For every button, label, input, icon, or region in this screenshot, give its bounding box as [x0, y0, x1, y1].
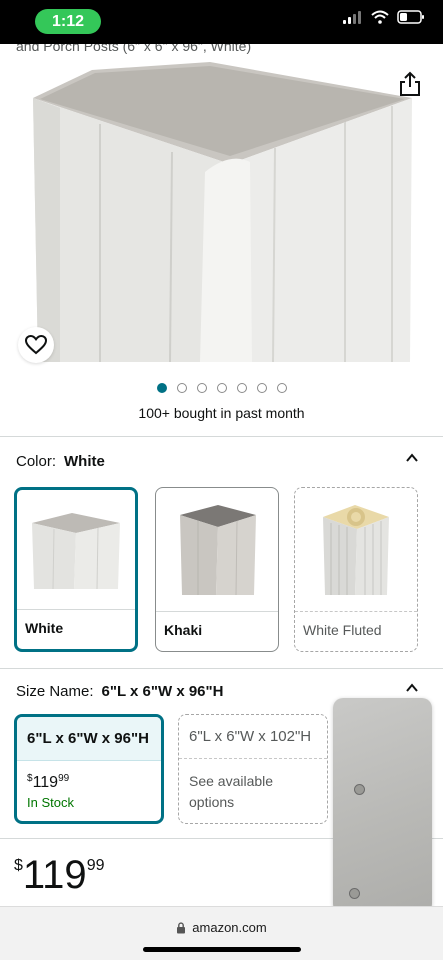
carousel-dot[interactable] — [276, 383, 287, 393]
heart-icon — [25, 335, 47, 355]
khaki-post-thumbnail — [180, 505, 256, 596]
carousel-dot[interactable] — [236, 383, 247, 393]
carousel-dots[interactable] — [0, 383, 443, 393]
size-option-label: 6"L x 6"W x 102"H — [179, 715, 327, 759]
lock-icon — [177, 921, 186, 933]
carousel-dot[interactable] — [216, 383, 227, 393]
size-option-102h[interactable]: 6"L x 6"W x 102"H See available options — [178, 714, 328, 824]
color-option-label: White Fluted — [295, 611, 417, 651]
zoom-preview-panel[interactable] — [333, 698, 432, 914]
color-option-white-fluted[interactable]: White Fluted — [294, 487, 418, 652]
cellular-signal-icon — [343, 11, 361, 24]
size-option-label: 6"L x 6"W x 96"H — [17, 717, 161, 761]
carousel-dot[interactable] — [256, 383, 267, 393]
divider — [0, 668, 443, 669]
selected-size-value: 6"L x 6"W x 96"H — [101, 683, 224, 700]
url-text: amazon.com — [192, 920, 267, 935]
carousel-dot[interactable] — [176, 383, 187, 393]
wifi-icon — [371, 10, 389, 24]
color-option-white[interactable]: White — [14, 487, 138, 652]
size-option-96h[interactable]: 6"L x 6"W x 96"H $11999 In Stock — [14, 714, 164, 824]
product-image — [33, 62, 412, 363]
battery-icon — [397, 10, 424, 24]
size-option-price: $11999 — [27, 773, 70, 791]
color-label: Color: White — [16, 453, 105, 470]
share-icon[interactable] — [397, 70, 423, 98]
selected-color-value: White — [64, 453, 105, 470]
carousel-dot[interactable] — [156, 383, 167, 393]
white-fluted-post-thumbnail — [323, 505, 389, 595]
white-post-thumbnail — [32, 513, 120, 590]
product-price: $11999 — [14, 853, 105, 897]
color-option-khaki[interactable]: Khaki — [155, 487, 279, 652]
browser-url-bar[interactable]: amazon.com — [0, 906, 443, 960]
home-indicator[interactable] — [143, 947, 301, 952]
color-option-label: White — [17, 609, 135, 649]
screw-detail — [354, 784, 365, 795]
divider — [0, 436, 443, 437]
status-time: 1:12 — [35, 9, 101, 34]
see-available-options: See available options — [189, 773, 274, 810]
status-icons — [343, 10, 425, 24]
status-bar: 1:12 — [0, 0, 443, 44]
chevron-up-icon[interactable] — [405, 451, 419, 465]
size-label: Size Name: 6"L x 6"W x 96"H — [16, 683, 224, 700]
product-image-carousel[interactable]: and Porch Posts (6" x 6" x 96", White) — [0, 44, 443, 368]
chevron-up-icon[interactable] — [405, 681, 419, 695]
wishlist-button[interactable] — [18, 327, 54, 363]
in-stock-status: In Stock — [27, 795, 74, 810]
carousel-dot[interactable] — [196, 383, 207, 393]
color-option-label: Khaki — [156, 611, 278, 651]
screw-detail — [349, 888, 360, 899]
bought-in-past-month: 100+ bought in past month — [138, 405, 305, 421]
